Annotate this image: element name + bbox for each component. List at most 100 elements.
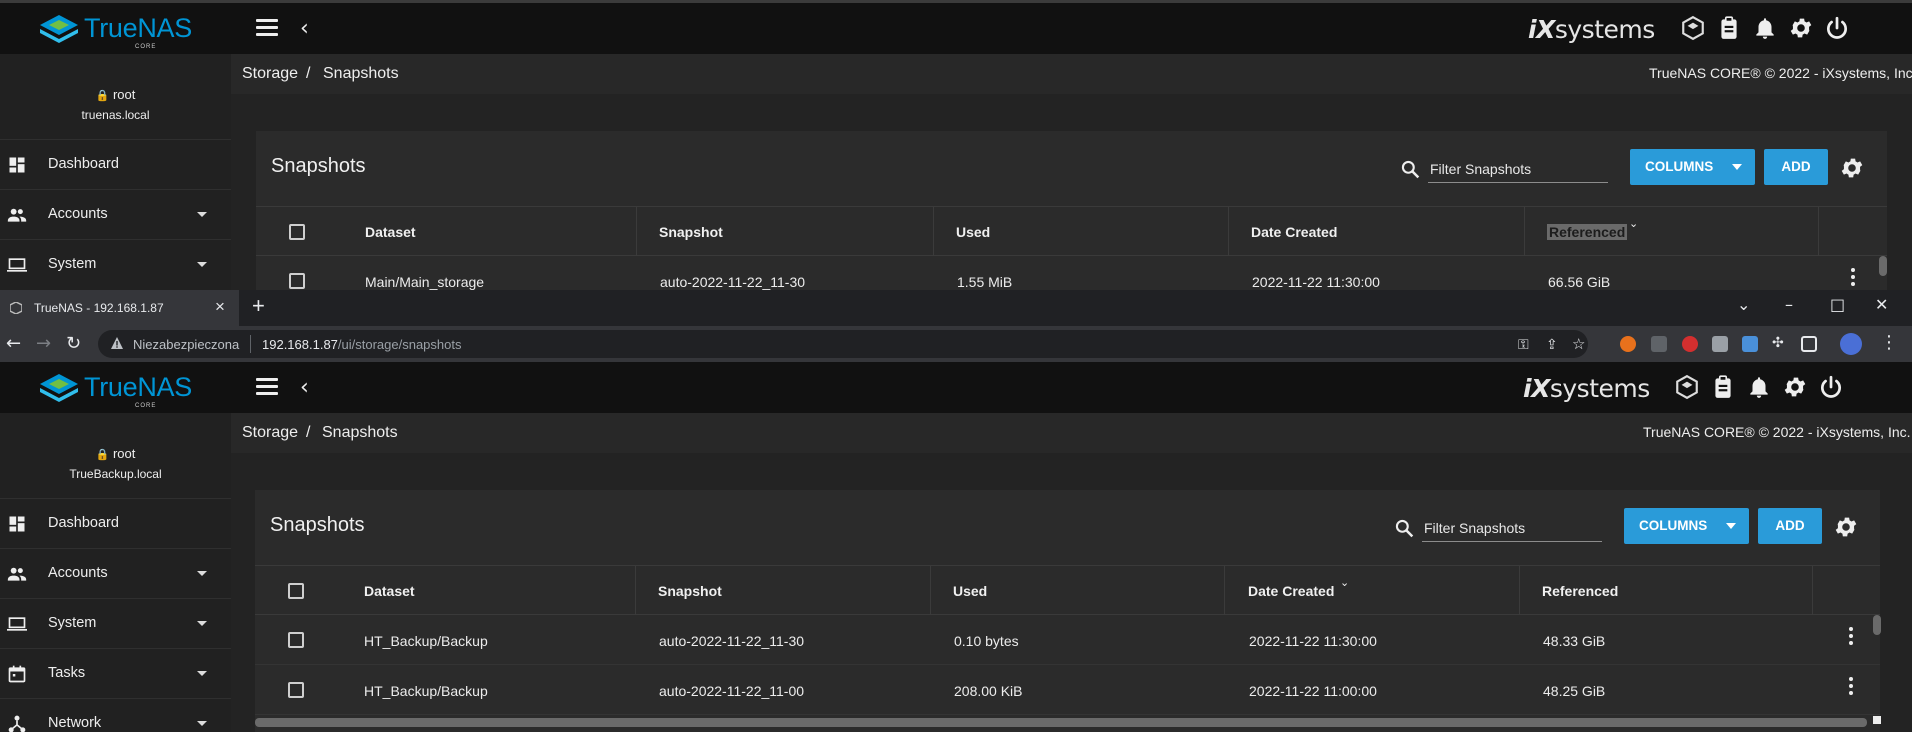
column-header-snapshot[interactable]: Snapshot: [658, 583, 722, 599]
column-divider: [1524, 207, 1525, 256]
chevron-down-icon: [197, 262, 207, 267]
row-checkbox[interactable]: [289, 273, 305, 289]
warning-icon: [111, 337, 123, 349]
row-actions-kebab-icon[interactable]: [1850, 268, 1856, 288]
reload-icon[interactable]: ↻: [66, 333, 81, 354]
column-header-dataset[interactable]: Dataset: [364, 583, 415, 599]
image-extension-icon[interactable]: [1742, 336, 1758, 352]
column-divider: [1519, 566, 1520, 615]
share-icon[interactable]: ⇪: [1546, 336, 1562, 352]
table-row[interactable]: HT_Backup/Backup auto-2022-11-22_11-00 2…: [255, 665, 1880, 715]
snapshots-card: Snapshots Filter Snapshots COLUMNS ADD D…: [256, 131, 1887, 290]
column-header-dataset[interactable]: Dataset: [365, 224, 416, 240]
column-header-referenced[interactable]: Referenced: [1547, 224, 1628, 240]
row-actions-kebab-icon[interactable]: [1848, 677, 1854, 697]
clipboard-tasks-icon[interactable]: [1716, 15, 1742, 41]
logo-sub: CORE: [135, 44, 157, 50]
column-header-snapshot[interactable]: Snapshot: [659, 224, 723, 240]
columns-button[interactable]: COLUMNS: [1624, 508, 1749, 544]
key-icon[interactable]: ⚿: [1518, 336, 1534, 352]
sidebar-item-network[interactable]: Network: [0, 698, 231, 732]
truenas-logo[interactable]: TrueNAS CORE: [40, 372, 192, 409]
tab-search-icon[interactable]: ⌄: [1737, 295, 1750, 314]
copyright-text: TrueNAS CORE® © 2022 - iXsystems, Inc.: [1649, 65, 1912, 81]
browser-menu-icon[interactable]: ⋮: [1880, 332, 1898, 353]
calendar-icon: [8, 665, 26, 683]
sidebar-item-tasks[interactable]: Tasks: [0, 648, 231, 698]
vertical-scrollbar[interactable]: [1879, 256, 1887, 276]
menu-toggle-icon[interactable]: [256, 19, 278, 37]
gear-icon[interactable]: [1833, 514, 1859, 540]
cell-snapshot: auto-2022-11-22_11-30: [660, 274, 806, 290]
insecure-label[interactable]: Niezabezpieczona: [133, 337, 239, 352]
power-icon[interactable]: [1818, 374, 1844, 400]
column-header-used[interactable]: Used: [956, 224, 990, 240]
row-checkbox[interactable]: [288, 632, 304, 648]
breadcrumb-storage[interactable]: Storage: [242, 424, 298, 442]
puzzle-extensions-icon[interactable]: ✣: [1772, 334, 1788, 350]
new-tab-icon[interactable]: +: [252, 293, 265, 319]
back-icon[interactable]: ←: [6, 333, 21, 354]
clipboard-tasks-icon[interactable]: [1710, 374, 1736, 400]
column-header-date-created[interactable]: Date Created: [1251, 224, 1337, 240]
vertical-scrollbar[interactable]: [1873, 615, 1881, 635]
side-panel-icon[interactable]: [1801, 336, 1817, 352]
collapse-chevron-icon[interactable]: ‹: [300, 375, 309, 400]
bookmark-star-icon[interactable]: ☆: [1572, 335, 1588, 353]
sidebar-item-dashboard[interactable]: Dashboard: [0, 498, 231, 548]
sidebar-item-label: Dashboard: [48, 156, 119, 172]
horizontal-scrollbar[interactable]: [255, 718, 1867, 727]
forward-icon[interactable]: →: [36, 333, 51, 354]
filter-snapshots-input[interactable]: Filter Snapshots: [1422, 514, 1602, 542]
select-all-checkbox[interactable]: [289, 224, 305, 240]
sidebar-item-accounts[interactable]: Accounts: [0, 548, 231, 598]
hand-extension-icon[interactable]: [1682, 336, 1698, 352]
add-button[interactable]: ADD: [1764, 149, 1828, 185]
select-all-checkbox[interactable]: [288, 583, 304, 599]
row-actions-kebab-icon[interactable]: [1848, 627, 1854, 647]
power-icon[interactable]: [1824, 15, 1850, 41]
gear-icon[interactable]: [1788, 15, 1814, 41]
gear-icon[interactable]: [1839, 155, 1865, 181]
table-row[interactable]: HT_Backup/Backup auto-2022-11-22_11-30 0…: [255, 615, 1880, 665]
row-checkbox[interactable]: [288, 682, 304, 698]
sort-chevron-icon[interactable]: ⌄: [1629, 217, 1638, 230]
browser-toolbar: ← → ↻ Niezabezpieczona 192.168.1.87/ui/s…: [0, 326, 1912, 362]
truecommand-icon[interactable]: [1680, 15, 1706, 41]
menu-toggle-icon[interactable]: [256, 378, 278, 396]
close-window-icon[interactable]: ✕: [1875, 295, 1888, 314]
table-row[interactable]: Main/Main_storage auto-2022-11-22_11-30 …: [256, 256, 1887, 290]
column-header-date-created[interactable]: Date Created: [1248, 583, 1334, 599]
close-tab-icon[interactable]: ×: [215, 297, 225, 317]
sidebar-item-dashboard[interactable]: Dashboard: [0, 139, 231, 189]
address-bar[interactable]: Niezabezpieczona 192.168.1.87/ui/storage…: [98, 330, 1588, 358]
maximize-icon[interactable]: □: [1830, 295, 1845, 314]
sidebar-item-accounts[interactable]: Accounts: [0, 189, 231, 239]
lock-icon: 🔒: [95, 449, 110, 461]
profile-avatar[interactable]: [1840, 333, 1862, 355]
bell-icon[interactable]: [1746, 374, 1772, 400]
extension-icon[interactable]: [1712, 336, 1728, 352]
column-header-used[interactable]: Used: [953, 583, 987, 599]
column-header-referenced[interactable]: Referenced: [1542, 583, 1618, 599]
dropbox-extension-icon[interactable]: [1651, 336, 1667, 352]
sidebar-item-label: System: [48, 615, 97, 631]
truenas-logo[interactable]: TrueNAS CORE: [40, 13, 192, 50]
minimize-icon[interactable]: –: [1785, 295, 1793, 314]
collapse-chevron-icon[interactable]: ‹: [300, 16, 309, 41]
browser-tab[interactable]: TrueNAS - 192.168.1.87 ×: [0, 290, 239, 326]
breadcrumb-storage[interactable]: Storage: [242, 65, 298, 83]
truecommand-icon[interactable]: [1674, 374, 1700, 400]
sidebar-item-system[interactable]: System: [0, 598, 231, 648]
extension-sun-icon[interactable]: [1620, 336, 1636, 352]
cell-date-created: 2022-11-22 11:30:00: [1252, 274, 1380, 290]
sort-chevron-icon[interactable]: ⌄: [1340, 576, 1349, 589]
bell-icon[interactable]: [1752, 15, 1778, 41]
sidebar-item-system[interactable]: System: [0, 239, 231, 289]
gear-icon[interactable]: [1782, 374, 1808, 400]
add-button[interactable]: ADD: [1758, 508, 1822, 544]
cell-date-created: 2022-11-22 11:30:00: [1249, 633, 1377, 649]
browser-chrome: TrueNAS - 192.168.1.87 × + ⌄ – □ ✕ ← → ↻…: [0, 290, 1912, 362]
filter-snapshots-input[interactable]: Filter Snapshots: [1428, 155, 1608, 183]
columns-button[interactable]: COLUMNS: [1630, 149, 1755, 185]
